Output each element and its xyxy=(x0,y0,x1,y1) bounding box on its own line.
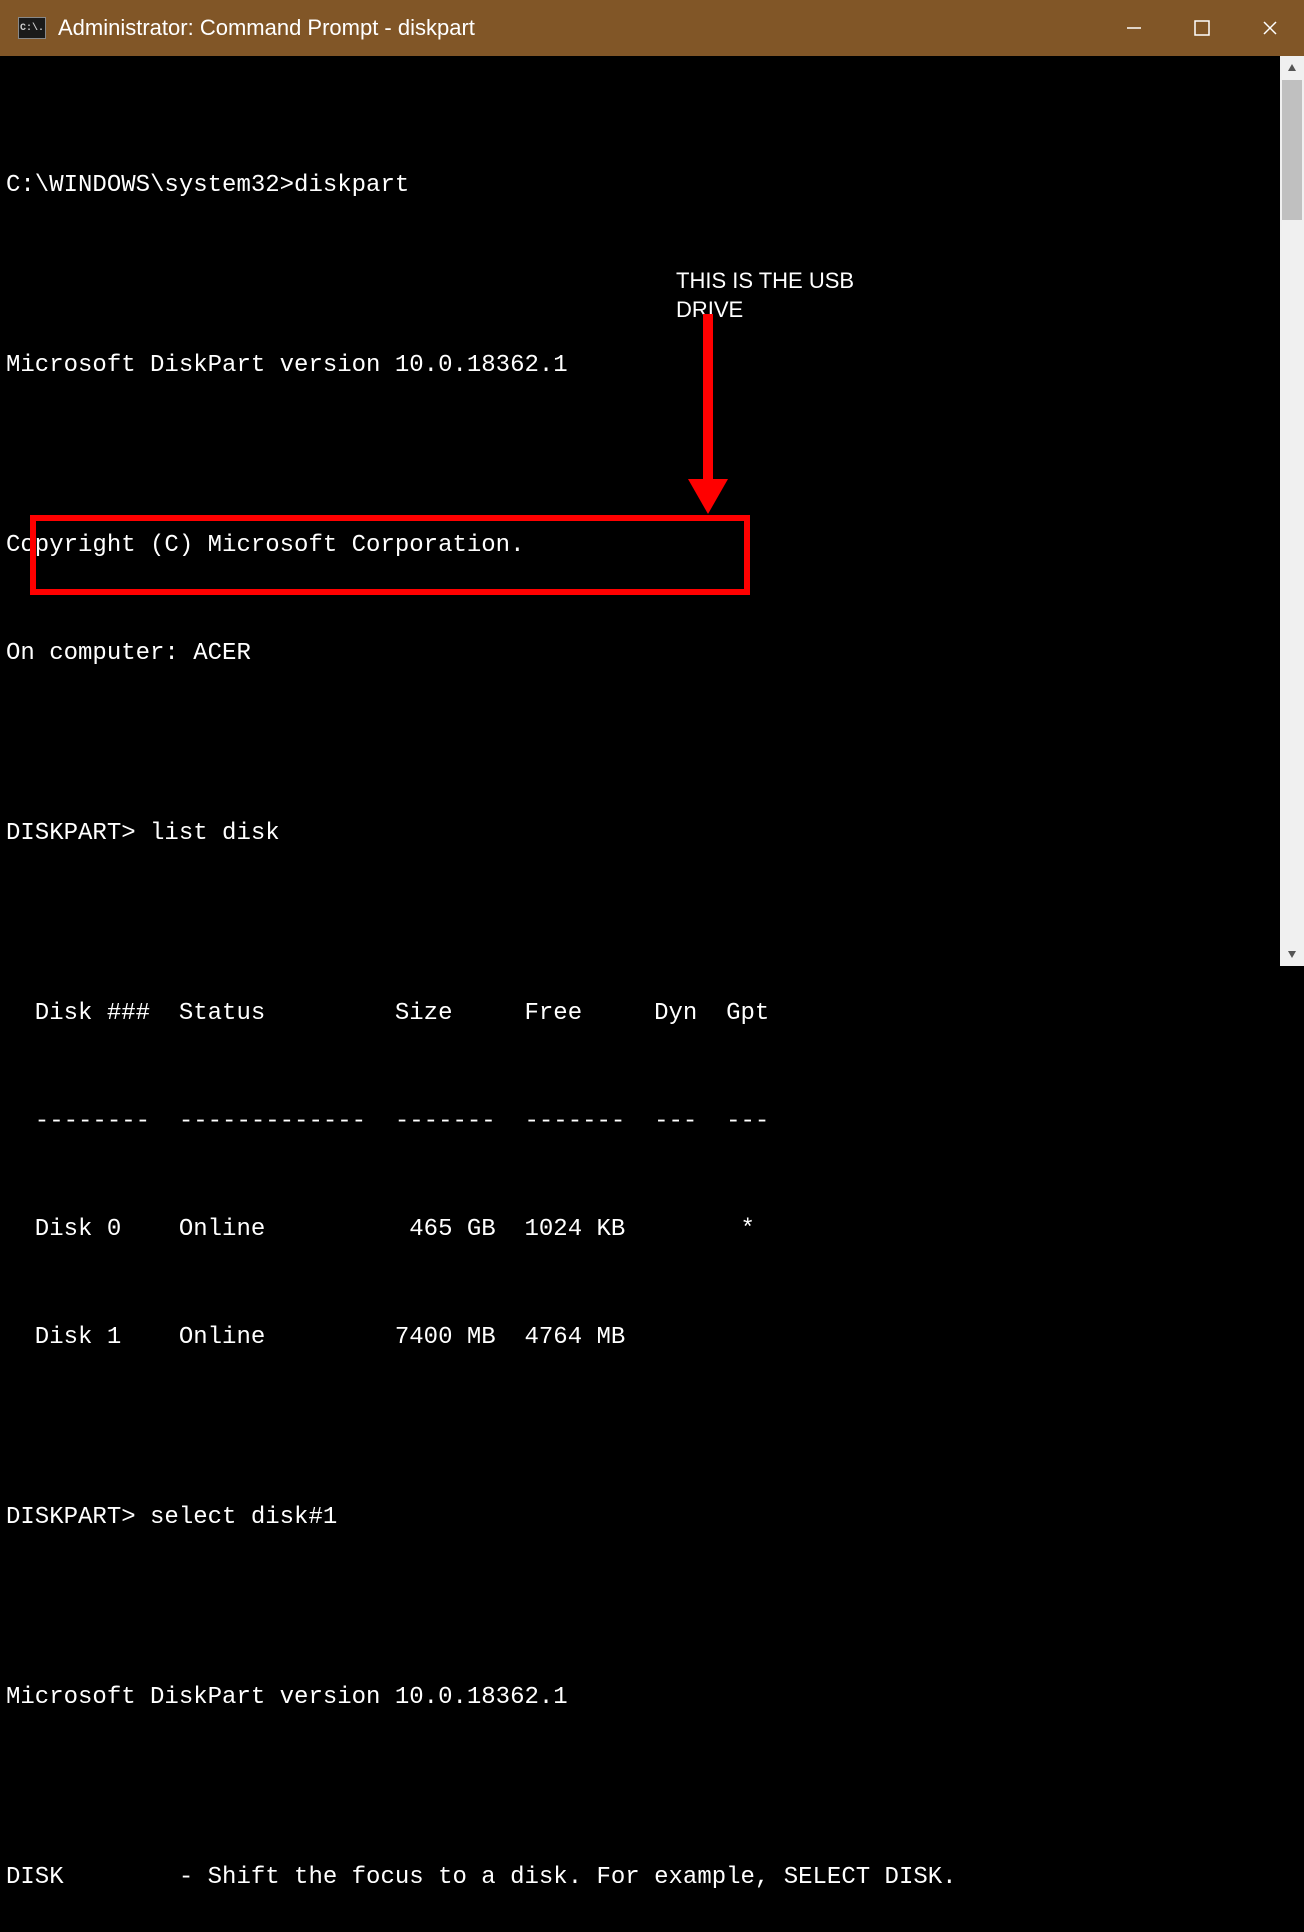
close-button[interactable] xyxy=(1236,0,1304,56)
minimize-button[interactable] xyxy=(1100,0,1168,56)
scroll-up-icon[interactable] xyxy=(1280,56,1304,80)
terminal-output: C:\WINDOWS\system32>diskpart Microsoft D… xyxy=(0,56,1280,966)
scroll-down-icon[interactable] xyxy=(1280,942,1304,966)
cmd-icon: C:\. xyxy=(18,17,46,39)
terminal-line: Disk 0 Online 465 GB 1024 KB * xyxy=(0,1212,1280,1248)
window-controls xyxy=(1100,0,1304,56)
scrollbar[interactable] xyxy=(1280,56,1304,966)
annotation-line2: DRIVE xyxy=(676,297,743,322)
terminal-line: Disk 1 Online 7400 MB 4764 MB xyxy=(0,1320,1280,1356)
terminal-line: Copyright (C) Microsoft Corporation. xyxy=(0,528,1280,564)
annotation-line1: THIS IS THE USB xyxy=(676,268,854,293)
terminal[interactable]: C:\WINDOWS\system32>diskpart Microsoft D… xyxy=(0,56,1304,966)
terminal-line: Disk ### Status Size Free Dyn Gpt xyxy=(0,996,1280,1032)
terminal-line: -------- ------------- ------- ------- -… xyxy=(0,1104,1280,1140)
scroll-thumb[interactable] xyxy=(1282,80,1302,220)
annotation-label: THIS IS THE USB DRIVE xyxy=(676,267,854,324)
terminal-line: C:\WINDOWS\system32>diskpart xyxy=(0,168,1280,204)
window-title: Administrator: Command Prompt - diskpart xyxy=(58,15,475,41)
terminal-line: DISKPART> select disk#1 xyxy=(0,1500,1280,1536)
terminal-line: DISKPART> list disk xyxy=(0,816,1280,852)
terminal-line: Microsoft DiskPart version 10.0.18362.1 xyxy=(0,1680,1280,1716)
terminal-line: On computer: ACER xyxy=(0,636,1280,672)
titlebar: C:\. Administrator: Command Prompt - dis… xyxy=(0,0,1304,56)
terminal-line: Microsoft DiskPart version 10.0.18362.1 xyxy=(0,348,1280,384)
maximize-button[interactable] xyxy=(1168,0,1236,56)
terminal-line: DISK - Shift the focus to a disk. For ex… xyxy=(0,1860,1280,1896)
